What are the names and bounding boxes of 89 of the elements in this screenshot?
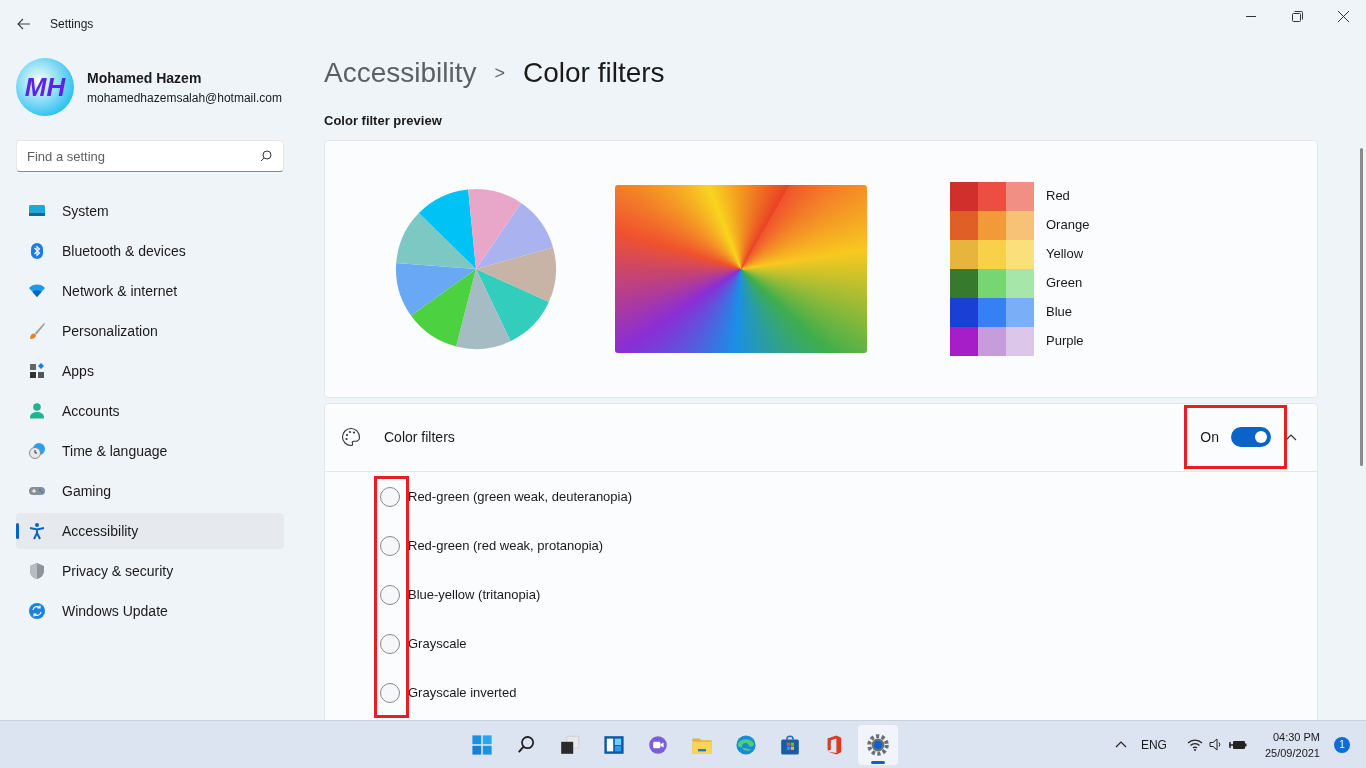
radio-button[interactable]: [380, 536, 400, 556]
search-field[interactable]: Find a setting: [16, 140, 284, 172]
language-indicator[interactable]: ENG: [1132, 724, 1175, 765]
radio-button[interactable]: [380, 683, 400, 703]
swatch-label: Purple: [1046, 332, 1084, 351]
brush-icon: [28, 322, 46, 340]
section-heading: Color filter preview: [324, 112, 443, 130]
user-name: Mohamed Hazem: [87, 68, 203, 88]
wifi-icon: [1186, 738, 1203, 751]
color-swatch: [950, 326, 978, 356]
color-swatch: [950, 297, 978, 327]
color-swatch: [950, 181, 978, 211]
close-icon: [1337, 10, 1349, 22]
color-swatch: [950, 268, 978, 298]
swatch-label: Red: [1046, 187, 1070, 206]
chevron-icon: [1285, 433, 1297, 441]
color-swatch: [978, 181, 1006, 211]
sidebar-item[interactable]: System: [16, 193, 284, 229]
toggle-switch[interactable]: [1231, 427, 1271, 447]
color-swatch: [950, 210, 978, 240]
user-email: mohamedhazemsalah@hotmail.com: [87, 89, 282, 107]
toggle-state-label: On: [1200, 427, 1219, 447]
search-icon: [260, 150, 272, 162]
settings-icon: [866, 733, 890, 757]
window-title: Settings: [50, 16, 94, 33]
breadcrumb-link[interactable]: Accessibility: [324, 52, 477, 94]
setting-label: Color filters: [384, 427, 455, 447]
update-icon: [28, 602, 46, 620]
notification-badge[interactable]: 1: [1334, 736, 1350, 753]
radio-button[interactable]: [380, 585, 400, 605]
swatch-label: Blue: [1046, 303, 1073, 322]
store-bag-icon: [778, 733, 802, 757]
radio-label[interactable]: Blue-yellow (tritanopia): [408, 585, 541, 605]
color-swatch: [978, 239, 1006, 269]
color-swatch: [978, 326, 1006, 356]
radio-label[interactable]: Red-green (green weak, deuteranopia): [408, 487, 633, 507]
battery-plug-icon: [1228, 738, 1247, 751]
radio-button[interactable]: [380, 487, 400, 507]
chevron-up-icon: [1114, 741, 1127, 748]
widgets-icon: [602, 733, 626, 757]
breadcrumb-separator: >: [494, 61, 505, 85]
bluetooth-icon: [28, 242, 46, 260]
apps-icon: [28, 362, 46, 380]
radio-label[interactable]: Grayscale: [408, 634, 467, 654]
clock-date[interactable]: 25/09/2021: [1264, 744, 1320, 761]
color-swatch: [950, 239, 978, 269]
restore-icon: [1291, 10, 1303, 22]
scrollbar-thumb[interactable]: [1360, 148, 1363, 466]
palette-icon: [341, 427, 361, 447]
minimize-icon: [1246, 15, 1256, 17]
sidebar-item[interactable]: Apps: [16, 353, 284, 389]
radio-label[interactable]: Red-green (red weak, protanopia): [408, 536, 604, 556]
sidebar-item[interactable]: Personalization: [16, 313, 284, 349]
sidebar-item[interactable]: Gaming: [16, 473, 284, 509]
sidebar-item[interactable]: Time & language: [16, 433, 284, 469]
person-icon: [28, 402, 46, 420]
radio-button[interactable]: [380, 634, 400, 654]
radio-label[interactable]: Grayscale inverted: [408, 683, 517, 703]
avatar: MH: [16, 58, 74, 116]
video-chat-icon: [646, 733, 670, 757]
clock-icon: [28, 442, 46, 460]
sidebar-item[interactable]: Privacy & security: [16, 553, 284, 589]
task-view-icon: [558, 733, 582, 757]
sidebar-item[interactable]: Windows Update: [16, 593, 284, 629]
swatch-label: Green: [1046, 274, 1083, 293]
color-swatch: [1006, 268, 1034, 298]
page-title: Color filters: [523, 56, 665, 90]
taskbar-button[interactable]: [858, 725, 898, 765]
sidebar-item[interactable]: Accessibility: [16, 513, 284, 549]
browser-icon: [734, 733, 758, 757]
color-swatch: [1006, 239, 1034, 269]
color-swatch: [978, 297, 1006, 327]
shield-icon: [28, 562, 46, 580]
color-swatch: [978, 210, 1006, 240]
swatch-label: Yellow: [1046, 245, 1084, 264]
sidebar-item[interactable]: Network & internet: [16, 273, 284, 309]
sidebar-item[interactable]: Bluetooth & devices: [16, 233, 284, 269]
windows-logo-icon: [470, 733, 494, 757]
color-swatch: [978, 268, 1006, 298]
back-arrow-icon: [17, 18, 31, 30]
clock-time[interactable]: 04:30 PM: [1272, 728, 1320, 745]
speaker-icon: [1208, 738, 1223, 751]
swatch-label: Orange: [1046, 216, 1090, 235]
color-swatch: [1006, 181, 1034, 211]
accessibility-icon: [28, 522, 46, 540]
color-swatch: [1006, 297, 1034, 327]
sidebar-item[interactable]: Accounts: [16, 393, 284, 429]
color-swatch: [1006, 326, 1034, 356]
color-swatch: [1006, 210, 1034, 240]
